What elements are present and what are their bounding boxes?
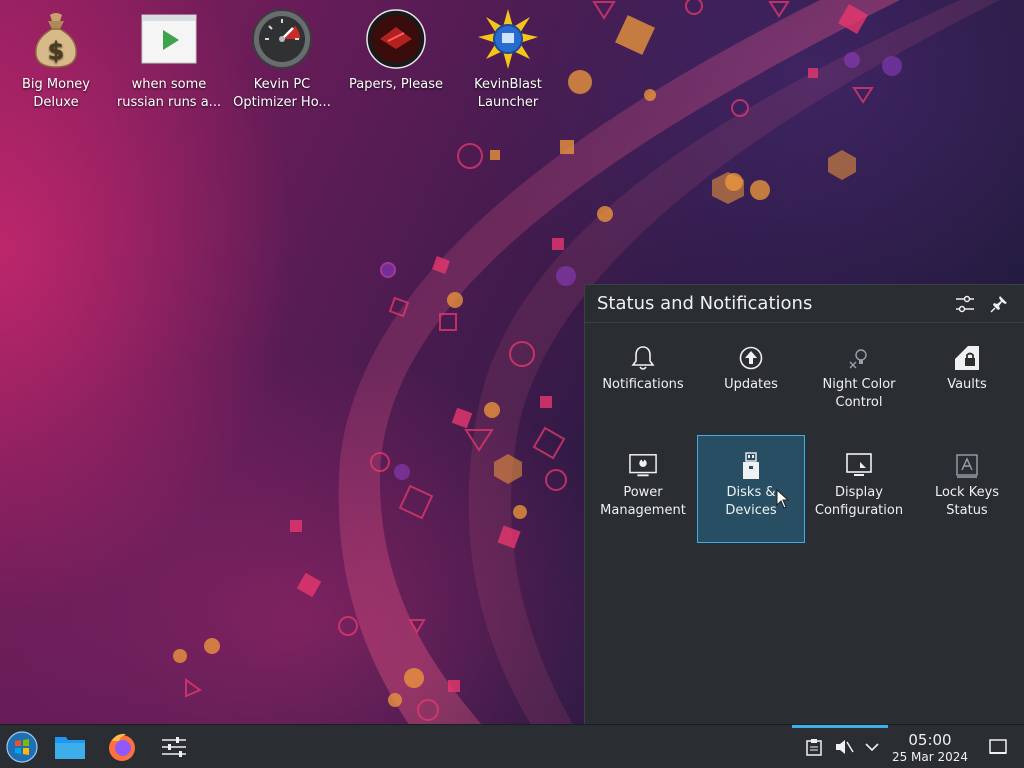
volume-tray-button[interactable] xyxy=(832,735,856,759)
clipboard-tray-button[interactable] xyxy=(802,735,826,759)
status-item-label: Notifications xyxy=(602,377,684,392)
settings-sliders-icon xyxy=(162,737,186,757)
lock-keys-icon xyxy=(953,452,981,480)
clipboard-icon xyxy=(806,739,822,756)
mouse-cursor xyxy=(776,488,790,513)
popup-header: Status and Notifications xyxy=(585,285,1024,323)
speedometer-icon xyxy=(250,6,314,72)
desktop-icon-russian-video[interactable]: when some russian runs a... xyxy=(113,6,225,112)
desktop-icon-label: KevinBlast xyxy=(474,77,542,92)
pin-icon xyxy=(990,295,1007,313)
desktop-icon-label: russian runs a... xyxy=(116,95,222,110)
usb-drive-icon xyxy=(737,452,765,480)
video-player-icon xyxy=(137,6,201,72)
cursor-arrow-icon xyxy=(776,488,790,509)
file-manager-button[interactable] xyxy=(52,729,88,765)
papers-please-icon xyxy=(364,6,428,72)
status-item-label: Management xyxy=(600,503,686,518)
night-color-bulb-icon xyxy=(845,344,873,372)
status-item-label: Power xyxy=(623,485,663,500)
status-item-night-color[interactable]: Night Color Control xyxy=(805,327,913,435)
desktop-icon-label: Launcher xyxy=(477,95,539,110)
configure-button[interactable] xyxy=(952,291,978,317)
desktop-icon-big-money-deluxe[interactable]: $ Big Money Deluxe xyxy=(0,6,112,112)
status-item-label: Vaults xyxy=(947,377,987,392)
vault-lock-icon xyxy=(953,344,981,372)
desktop-icon-label: Papers, Please xyxy=(348,77,444,92)
status-item-lock-keys[interactable]: Lock Keys Status xyxy=(913,435,1021,543)
status-item-power-management[interactable]: Power Management xyxy=(589,435,697,543)
status-item-notifications[interactable]: Notifications xyxy=(589,327,697,435)
show-desktop-icon xyxy=(989,739,1007,754)
clock-date: 25 Mar 2024 xyxy=(891,750,969,764)
desktop-icon-kevin-pc-optimizer[interactable]: Kevin PC Optimizer Ho... xyxy=(226,6,338,112)
status-item-label: Night Color xyxy=(822,377,896,392)
update-arrow-icon xyxy=(737,344,765,372)
desktop-icon-label: Big Money xyxy=(21,77,90,92)
windows-orb-icon xyxy=(6,731,38,763)
desktop-icon-label: when some xyxy=(131,77,207,92)
bell-icon xyxy=(629,344,657,372)
desktop-icon-kevinblast-launcher[interactable]: KevinBlast Launcher xyxy=(452,6,564,112)
start-menu-button[interactable] xyxy=(4,729,40,765)
firefox-icon xyxy=(109,733,135,761)
status-item-vaults[interactable]: Vaults xyxy=(913,327,1021,435)
status-notifications-popup: Status and Notifications Notifications U… xyxy=(584,284,1024,724)
status-item-updates[interactable]: Updates xyxy=(697,327,805,435)
volume-muted-icon xyxy=(836,740,854,754)
tray-active-indicator xyxy=(792,725,888,728)
status-item-label: Status xyxy=(946,503,988,518)
desktop-icon-label: Optimizer Ho... xyxy=(233,95,331,110)
chevron-down-icon xyxy=(865,743,879,752)
show-desktop-button[interactable] xyxy=(986,735,1010,759)
status-item-label: Lock Keys xyxy=(934,485,1000,500)
svg-text:$: $ xyxy=(48,37,65,65)
status-item-label: Configuration xyxy=(814,503,904,518)
status-item-label: Display xyxy=(835,485,883,500)
clock-time: 05:00 xyxy=(908,731,952,749)
taskbar: 05:00 25 Mar 2024 xyxy=(0,724,1024,768)
status-item-label: Updates xyxy=(724,377,778,392)
folder-icon xyxy=(55,737,85,759)
display-config-icon xyxy=(845,452,873,480)
desktop-icon-label: Kevin PC xyxy=(253,77,311,92)
monitor-power-icon xyxy=(629,452,657,480)
desktop-icon-label: Deluxe xyxy=(33,95,79,110)
pin-button[interactable] xyxy=(986,291,1012,317)
desktop-icon-papers-please[interactable]: Papers, Please xyxy=(340,6,452,94)
sliders-icon xyxy=(956,295,974,312)
digital-clock[interactable]: 05:00 25 Mar 2024 xyxy=(888,731,972,765)
firefox-button[interactable] xyxy=(104,729,140,765)
status-items-grid: Notifications Updates Night Color Contro… xyxy=(589,327,1021,543)
status-item-label: Control xyxy=(835,395,883,410)
system-settings-button[interactable] xyxy=(156,729,192,765)
popup-title: Status and Notifications xyxy=(597,293,813,314)
starburst-disk-icon xyxy=(476,6,540,72)
status-item-display-configuration[interactable]: Display Configuration xyxy=(805,435,913,543)
tray-expand-button[interactable] xyxy=(860,735,884,759)
money-bag-icon: $ xyxy=(24,6,88,72)
